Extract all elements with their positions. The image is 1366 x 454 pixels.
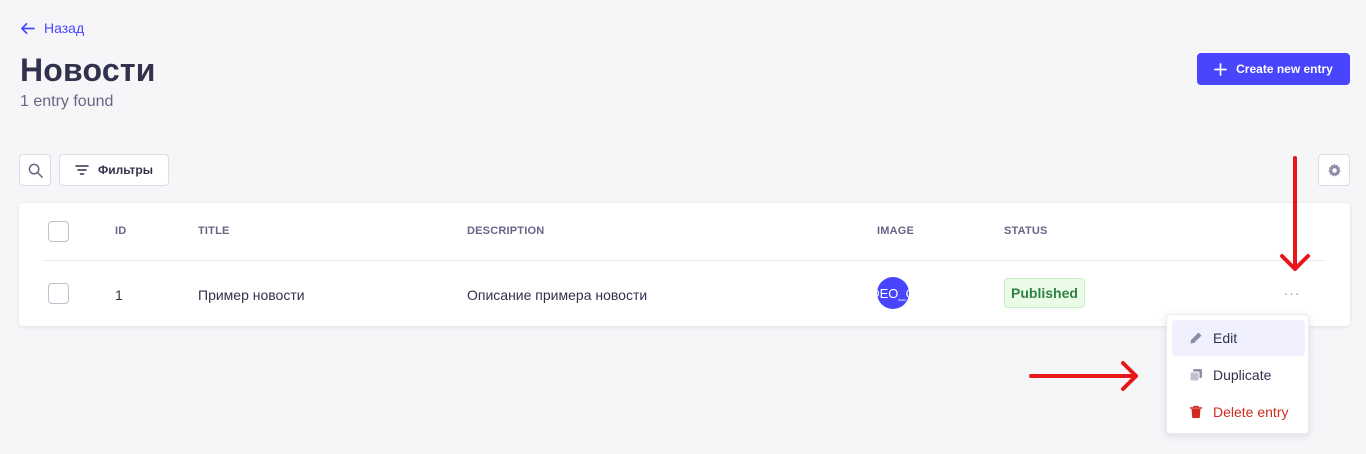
image-thumbnail-text: DEO_O: [877, 285, 909, 301]
image-thumbnail: DEO_O: [877, 277, 909, 309]
arrow-left-icon: [21, 22, 35, 34]
entries-table: ID TITLE DESCRIPTION IMAGE STATUS 1 Прим…: [19, 203, 1350, 326]
search-icon: [28, 163, 43, 178]
menu-item-delete-entry[interactable]: Delete entry: [1172, 394, 1305, 430]
menu-item-edit-label: Edit: [1213, 330, 1238, 346]
column-header-description[interactable]: DESCRIPTION: [467, 225, 544, 237]
pencil-icon: [1190, 332, 1202, 344]
filters-button[interactable]: Фильтры: [59, 154, 169, 186]
column-header-id[interactable]: ID: [115, 225, 126, 237]
row-actions-menu: Edit Duplicate Delete entry: [1166, 314, 1309, 434]
trash-icon: [1189, 405, 1203, 418]
column-header-status[interactable]: STATUS: [1004, 225, 1048, 237]
menu-item-edit[interactable]: Edit: [1172, 320, 1305, 356]
menu-item-delete-label: Delete entry: [1213, 404, 1289, 420]
create-new-entry-button[interactable]: Create new entry: [1197, 53, 1350, 85]
column-header-title[interactable]: TITLE: [198, 225, 230, 237]
annotation-arrow-down: [1280, 156, 1310, 271]
duplicate-icon: [1189, 369, 1202, 382]
back-link[interactable]: Назад: [20, 20, 84, 36]
row-divider: [43, 260, 1326, 261]
status-badge: Published: [1004, 278, 1085, 308]
entry-count: 1 entry found: [20, 93, 114, 110]
menu-item-duplicate[interactable]: Duplicate: [1172, 357, 1305, 393]
search-button[interactable]: [19, 154, 51, 186]
plus-icon: [1214, 62, 1228, 76]
filter-icon: [75, 165, 89, 175]
menu-item-duplicate-label: Duplicate: [1213, 367, 1272, 383]
more-actions-button[interactable]: ···: [1281, 283, 1303, 303]
cell-title[interactable]: Пример новости: [198, 287, 305, 303]
page-title: Новости: [20, 52, 156, 88]
back-link-label: Назад: [44, 20, 85, 36]
row-checkbox[interactable]: [48, 283, 69, 304]
select-all-checkbox[interactable]: [48, 221, 69, 242]
gear-icon: [1327, 163, 1341, 176]
cell-id: 1: [115, 287, 123, 303]
cell-description[interactable]: Описание примера новости: [467, 287, 647, 303]
annotation-arrow-right: [1029, 361, 1138, 391]
settings-button[interactable]: [1318, 154, 1350, 186]
filters-label: Фильтры: [97, 163, 154, 177]
column-header-image: IMAGE: [877, 225, 915, 237]
create-new-entry-label: Create new entry: [1236, 62, 1333, 76]
